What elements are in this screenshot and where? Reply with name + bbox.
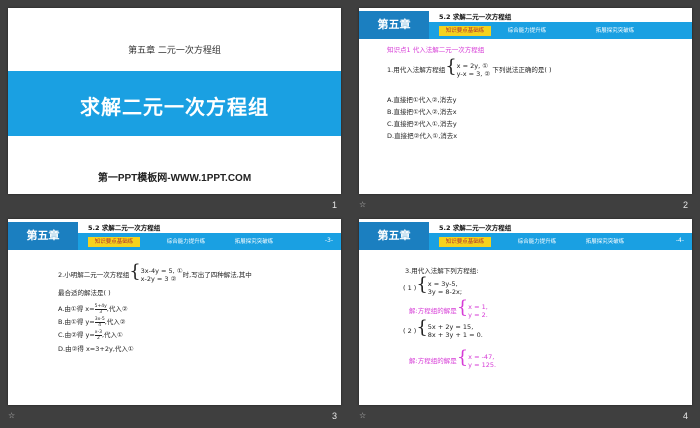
fraction: x-3 2 [94, 330, 102, 341]
header-page-label: -4- [675, 237, 684, 244]
answer-1: 解:方程组的解是{x = 1, y = 2. [409, 297, 488, 320]
brace-icon: { [456, 297, 469, 318]
option-a: A.直接把①代入②,消去y [387, 96, 457, 104]
slide-sorter-view: { "slides": [ { "page": "1", "chapter_li… [0, 0, 700, 428]
option-b: B.由①得 y= 3x-5 4 ,代入② [58, 316, 126, 328]
tab-basic[interactable]: 知识要点基础练 [439, 237, 491, 247]
p2-label: ( 2 ) [403, 327, 417, 335]
denominator: 3 [99, 309, 103, 315]
knowledge-point: 知识点1 代入法解二元一次方程组 [387, 46, 485, 54]
slide-header: 第五章 5.2 求解二元一次方程组 知识要点基础练 综合能力提升练 拓展探究突破… [8, 219, 341, 251]
brace-icon: { [416, 274, 428, 295]
star-icon: ☆ [359, 411, 367, 420]
a1-label: 解:方程组的解是 [409, 307, 457, 315]
p2-eq2: 8x + 3y + 1 = 0. [427, 331, 483, 339]
header-chapter: 第五章 [359, 11, 429, 39]
part-1: ( 1 ){x = 3y-5, 3y = 8-2x; [403, 274, 462, 297]
part-2: ( 2 ){5x + 2y = 15, 8x + 3y + 1 = 0. [403, 317, 483, 340]
fraction: 5+4y 3 [94, 304, 107, 315]
option-b-prefix: B.由①得 y= [58, 318, 95, 326]
option-d: D.由②得 x=3+2y,代入① [58, 345, 134, 353]
option-a: A.由①得 x= 5+4y 3 ,代入② [58, 303, 128, 315]
fraction: 3x-5 4 [94, 317, 105, 328]
slide-thumbnail-2[interactable]: 第五章 5.2 求解二元一次方程组 知识要点基础练 综合能力提升练 拓展探究突破… [359, 8, 692, 194]
p1-label: ( 1 ) [403, 284, 417, 292]
option-a-prefix: A.由①得 x= [58, 305, 95, 313]
a1-eq2: y = 2. [468, 311, 488, 319]
q2-prefix: 2.小明解二元一次方程组 [58, 271, 130, 279]
cover-title: 求解二元一次方程组 [80, 95, 269, 119]
option-a-suffix: ,代入② [106, 305, 128, 313]
slide-header: 第五章 5.2 求解二元一次方程组 知识要点基础练 综合能力提升练 拓展探究突破… [359, 8, 692, 40]
q1-prefix: 1.用代入法解方程组 [387, 66, 446, 74]
tab-extension[interactable]: 拓展探究突破练 [226, 237, 282, 247]
header-section: 5.2 求解二元一次方程组 [88, 224, 161, 232]
a2-eq2: y = 125. [468, 361, 497, 369]
header-section: 5.2 求解二元一次方程组 [439, 13, 512, 21]
a1-eq1: x = 1, [468, 303, 488, 311]
header-section: 5.2 求解二元一次方程组 [439, 224, 512, 232]
slide-number-4: 4 [683, 411, 689, 421]
q2-eq1: 3x-4y = 5, ① [140, 267, 183, 275]
p1-eq1: x = 3y-5, [427, 280, 458, 288]
option-c: C.直接把②代入①,消去y [387, 120, 457, 128]
star-icon: ☆ [359, 200, 367, 209]
q2-line2: 最合适的解法是( ) [58, 289, 111, 297]
tab-advanced[interactable]: 综合能力提升练 [509, 237, 565, 247]
option-b-suffix: ,代入② [104, 318, 126, 326]
p2-system: 5x + 2y = 15, 8x + 3y + 1 = 0. [428, 323, 483, 339]
tab-basic[interactable]: 知识要点基础练 [439, 26, 491, 36]
star-icon: ☆ [8, 411, 16, 420]
p2-eq1: 5x + 2y = 15, [427, 323, 474, 331]
header-chapter: 第五章 [359, 222, 429, 250]
brace-icon: { [416, 317, 428, 338]
option-c-prefix: C.由②得 y= [58, 331, 95, 339]
p1-eq2: 3y = 8-2x; [427, 288, 463, 296]
brace-icon: { [129, 261, 141, 282]
question-1: 1.用代入法解方程组{x = 2y, ① y-x = 3, ② 下列说法正确的是(… [387, 56, 552, 79]
cover-title-band: 求解二元一次方程组 [8, 71, 341, 136]
slide-number-3: 3 [332, 411, 338, 421]
slide-number-1: 1 [332, 200, 338, 210]
tab-basic[interactable]: 知识要点基础练 [88, 237, 140, 247]
option-c-suffix: ,代入① [101, 331, 123, 339]
brace-icon: { [456, 347, 469, 368]
tab-extension[interactable]: 拓展探究突破练 [577, 237, 633, 247]
slide-header: 第五章 5.2 求解二元一次方程组 知识要点基础练 综合能力提升练 拓展探究突破… [359, 219, 692, 251]
option-d: D.直接把②代入①,消去x [387, 132, 458, 140]
q2-eq2: x-2y = 3 ② [140, 275, 177, 283]
q2-suffix: 时,写出了四种解法,其中 [182, 271, 252, 279]
denominator: 4 [98, 322, 102, 328]
denominator: 2 [96, 335, 100, 341]
a2-label: 解:方程组的解是 [409, 357, 457, 365]
q2-system: 3x-4y = 5, ① x-2y = 3 ② [141, 267, 183, 283]
q1-suffix: 下列说法正确的是( ) [492, 66, 552, 74]
header-page-label: -3- [324, 237, 333, 244]
slide-number-2: 2 [683, 200, 689, 210]
tab-advanced[interactable]: 综合能力提升练 [499, 26, 555, 36]
cover-site-name: 第一PPT模板网-WWW.1PPT.COM [97, 173, 252, 184]
brace-icon: { [445, 56, 457, 77]
slide-thumbnail-1[interactable]: 第五章 二元一次方程组 求解二元一次方程组 第一PPT模板网-WWW.1PPT.… [8, 8, 341, 194]
question-2: 2.小明解二元一次方程组{3x-4y = 5, ① x-2y = 3 ② 时,写出了… [58, 261, 252, 284]
q1-eq1: x = 2y, ① [456, 62, 489, 70]
a1-system: x = 1, y = 2. [468, 303, 488, 319]
slide-thumbnail-4[interactable]: 第五章 5.2 求解二元一次方程组 知识要点基础练 综合能力提升练 拓展探究突破… [359, 219, 692, 405]
p1-system: x = 3y-5, 3y = 8-2x; [428, 280, 462, 296]
a2-eq1: x = -47, [468, 353, 495, 361]
tab-extension[interactable]: 拓展探究突破练 [587, 26, 643, 36]
header-chapter: 第五章 [8, 222, 78, 250]
option-b: B.直接把①代入②,消去x [387, 108, 457, 116]
q1-system: x = 2y, ① y-x = 3, ② [457, 62, 491, 78]
slide-thumbnail-3[interactable]: 第五章 5.2 求解二元一次方程组 知识要点基础练 综合能力提升练 拓展探究突破… [8, 219, 341, 405]
a2-system: x = -47, y = 125. [468, 353, 496, 369]
q1-eq2: y-x = 3, ② [456, 70, 491, 78]
answer-2: 解:方程组的解是{x = -47, y = 125. [409, 347, 496, 370]
cover-chapter-line: 第五章 二元一次方程组 [128, 46, 221, 56]
tab-advanced[interactable]: 综合能力提升练 [158, 237, 214, 247]
option-c: C.由②得 y= x-3 2 ,代入① [58, 329, 123, 341]
